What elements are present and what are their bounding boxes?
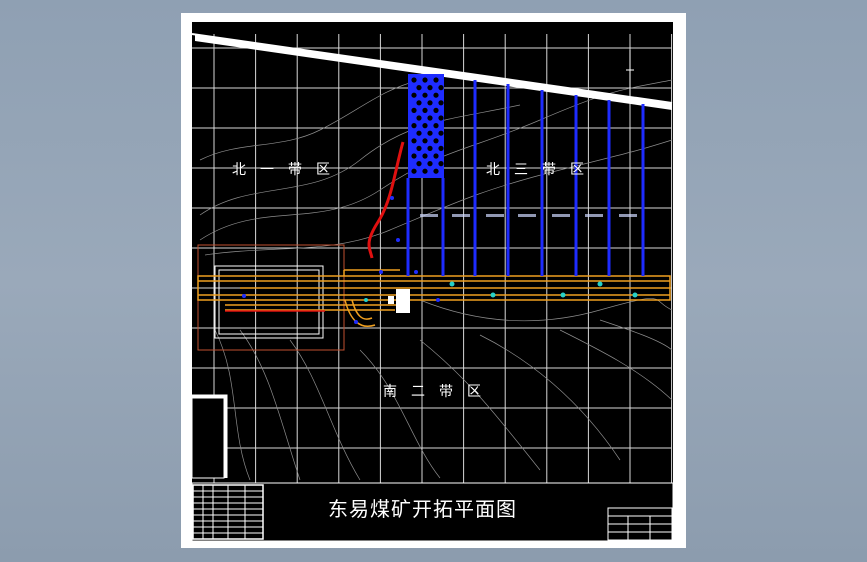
gob-hatch-hole: [427, 130, 433, 136]
panel-tag: [585, 214, 603, 217]
gob-hatch-hole: [422, 92, 428, 98]
gob-hatch-hole: [416, 85, 422, 91]
gob-hatch-hole: [433, 123, 439, 129]
gob-hatch-hole: [427, 100, 433, 106]
boundary-cover: [192, 22, 673, 34]
gob-hatch-hole: [438, 115, 444, 121]
gob-hatch-hole: [416, 100, 422, 106]
mined-out-area: [408, 74, 444, 178]
gob-hatch-hole: [427, 85, 433, 91]
mine-plan-drawing: [191, 22, 674, 542]
gob-hatch-hole: [433, 92, 439, 98]
gob-hatch-hole: [416, 145, 422, 151]
panel-tag: [518, 214, 536, 217]
gob-hatch-hole: [438, 85, 444, 91]
panel-tag: [452, 214, 470, 217]
gob-hatch-hole: [422, 107, 428, 113]
gob-hatch-hole: [427, 115, 433, 121]
gob-hatch-hole: [411, 153, 417, 159]
gob-hatch-hole: [438, 100, 444, 106]
gob-hatch-hole: [438, 161, 444, 167]
gob-hatch-hole: [427, 145, 433, 151]
gob-hatch-hole: [433, 153, 439, 159]
gob-hatch-hole: [422, 138, 428, 144]
gob-hatch-hole: [411, 168, 417, 174]
gob-hatch-hole: [411, 92, 417, 98]
cad-viewport[interactable]: 北一带区 北三带区 南二带区 东易煤矿开拓平面图: [0, 0, 867, 562]
shaft-station: [396, 289, 410, 313]
gob-hatch-hole: [427, 161, 433, 167]
gob-hatch-hole: [416, 130, 422, 136]
drawing-title: 东易煤矿开拓平面图: [328, 497, 517, 521]
panel-tag: [486, 214, 504, 217]
gob-hatch-hole: [438, 145, 444, 151]
gob-hatch-hole: [433, 168, 439, 174]
gob-hatch-hole: [438, 130, 444, 136]
gob-hatch-hole: [411, 138, 417, 144]
gob-hatch-hole: [433, 107, 439, 113]
gob-hatch-hole: [416, 115, 422, 121]
gob-hatch-hole: [422, 153, 428, 159]
gob-hatch-hole: [433, 77, 439, 83]
gob-hatch-hole: [416, 161, 422, 167]
gob-hatch-hole: [411, 123, 417, 129]
gob-hatch-hole: [422, 77, 428, 83]
zone-label-north-three: 北三带区: [486, 162, 598, 178]
panel-tag: [552, 214, 570, 217]
gob-hatch-hole: [422, 123, 428, 129]
panel-tag: [619, 214, 637, 217]
gob-hatch-hole: [422, 168, 428, 174]
panel-tag: [420, 214, 438, 217]
gob-hatch-hole: [433, 138, 439, 144]
gob-hatch-hole: [411, 77, 417, 83]
zone-label-south-two: 南二带区: [383, 384, 495, 400]
gob-hatch-hole: [411, 107, 417, 113]
zone-label-north-one: 北一带区: [232, 162, 344, 178]
